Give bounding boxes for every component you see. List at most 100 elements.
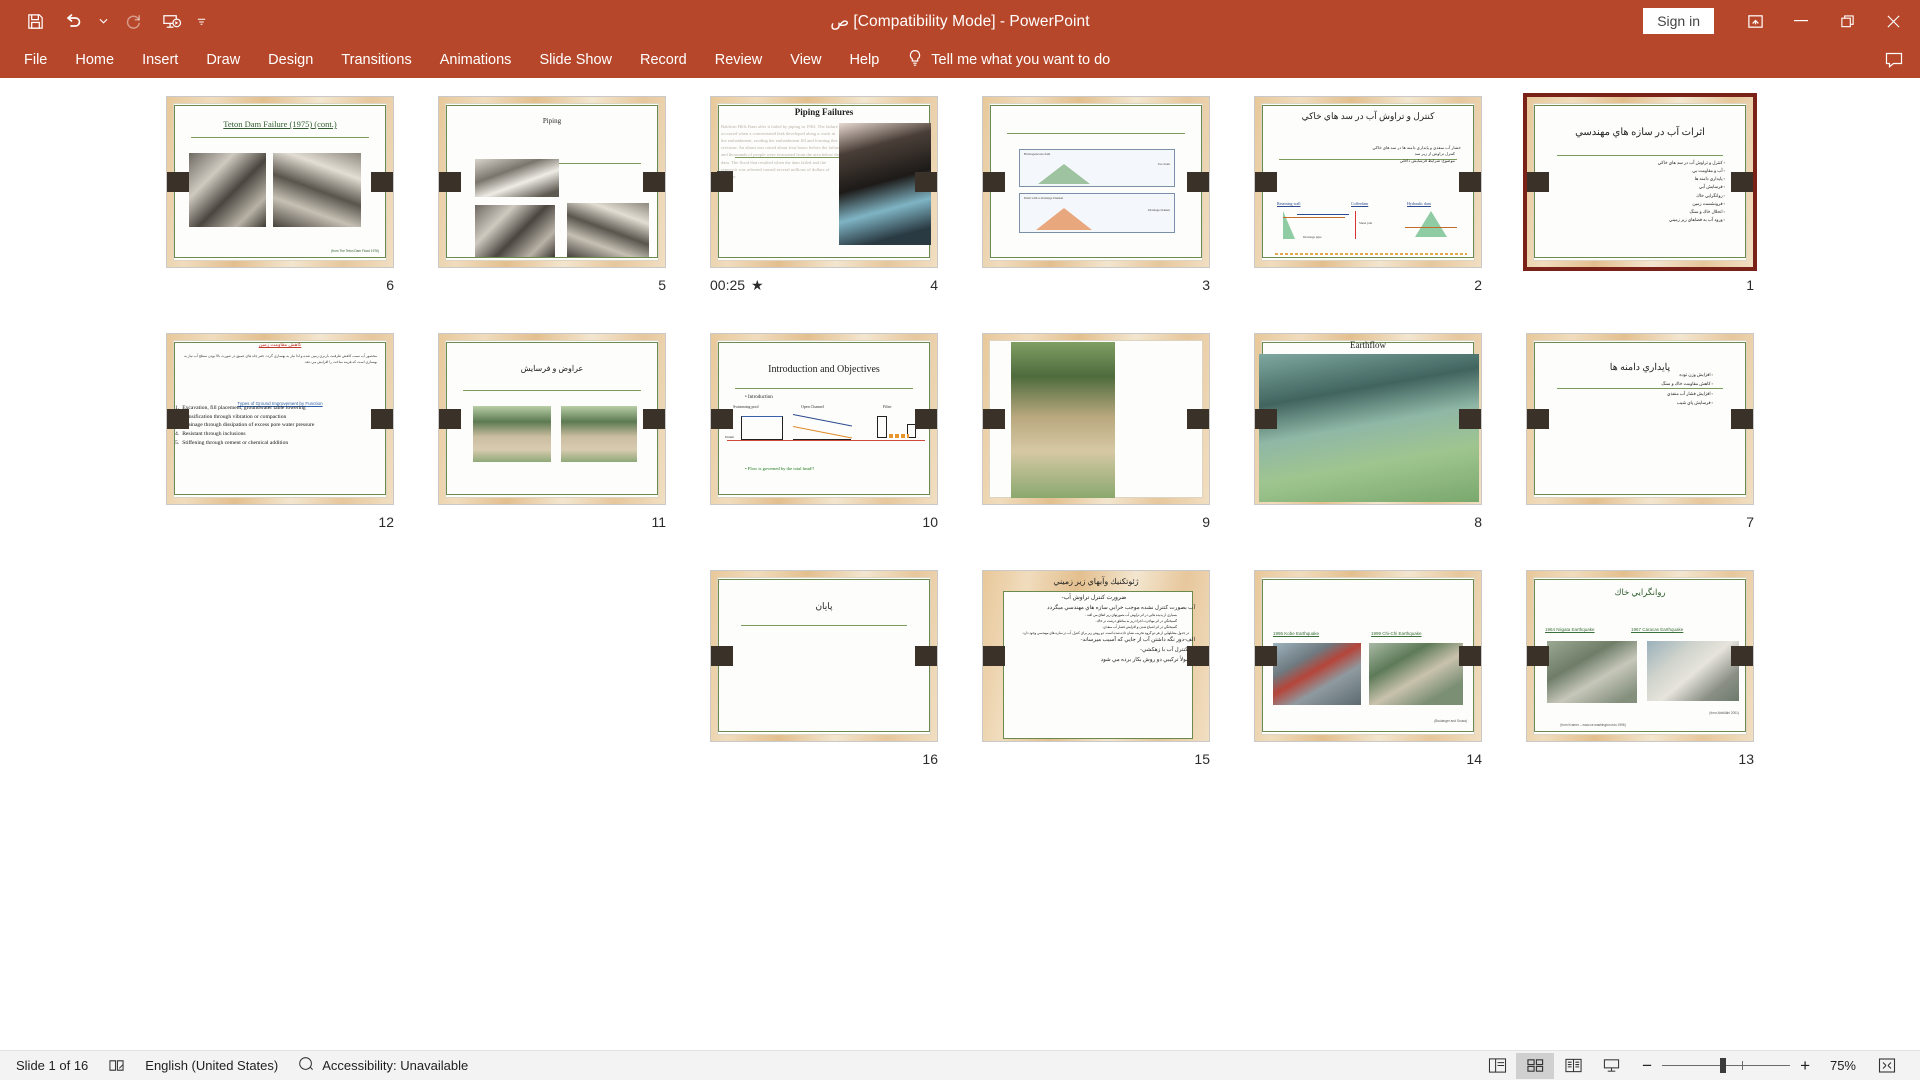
- slide-link-13[interactable]: 1967 Caracas Earthquake: [1631, 627, 1683, 632]
- tab-record[interactable]: Record: [626, 46, 701, 74]
- start-presentation-button[interactable]: [154, 6, 188, 36]
- diagram-label: Homogeneous dam: [1024, 152, 1051, 156]
- save-button[interactable]: [18, 6, 52, 36]
- restore-button[interactable]: [1824, 0, 1870, 42]
- slide-canvas-10[interactable]: Introduction and Objectives • Introducti…: [710, 333, 938, 505]
- tab-home[interactable]: Home: [61, 46, 128, 74]
- normal-view-button[interactable]: [1478, 1053, 1516, 1079]
- transition-tab-left: [711, 409, 733, 429]
- slide-photo: [567, 203, 649, 257]
- transition-tab-right: [1187, 172, 1209, 192]
- slide-link-14[interactable]: 1995 Kobe Earthquake: [1273, 631, 1319, 636]
- slide-thumbnail-2[interactable]: كنترل و تراوش آب در سد هاي خاكي خشار آب …: [1232, 96, 1504, 333]
- slide-canvas-13[interactable]: روانگرايي خاك 1964 Niigata Earthquake 19…: [1526, 570, 1754, 742]
- slide-counter[interactable]: Slide 1 of 16: [6, 1053, 98, 1079]
- language-indicator[interactable]: English (United States): [135, 1053, 288, 1079]
- ribbon-display-options-button[interactable]: [1732, 0, 1778, 42]
- slide-canvas-15[interactable]: ژئوتكنيك وآبهاي زير زميني ضرورت كنترل تر…: [982, 570, 1210, 742]
- photo-credit: (from The Teton Dam Flood 1976): [331, 249, 379, 253]
- slide-photo: [1369, 643, 1463, 705]
- redo-button[interactable]: [116, 6, 150, 36]
- transition-tab-left: [1527, 172, 1549, 192]
- slide-photo: [273, 153, 361, 227]
- animation-star-icon: ★: [751, 276, 764, 293]
- slide-canvas-11[interactable]: عراوض و فرسايش: [438, 333, 666, 505]
- close-button[interactable]: [1870, 0, 1916, 42]
- slide-sorter-view-button[interactable]: [1516, 1052, 1555, 1079]
- tab-transitions[interactable]: Transitions: [327, 46, 425, 74]
- comments-button[interactable]: [1884, 51, 1904, 69]
- slide-canvas-2[interactable]: كنترل و تراوش آب در سد هاي خاكي خشار آب …: [1254, 96, 1482, 268]
- slide-canvas-6[interactable]: Teton Dam Failure (1975) (cont.) (from T…: [166, 96, 394, 268]
- slide-thumbnail-5[interactable]: Piping 5: [416, 96, 688, 333]
- tell-me-search[interactable]: Tell me what you want to do: [907, 49, 1110, 71]
- status-bar: Slide 1 of 16 English (United States) Ac…: [0, 1050, 1920, 1080]
- tab-view[interactable]: View: [776, 46, 835, 74]
- customize-qat-button[interactable]: [192, 6, 210, 36]
- undo-button[interactable]: [56, 6, 90, 36]
- slide-thumbnail-11[interactable]: عراوض و فرسايش 11: [416, 333, 688, 570]
- transition-tab-right: [1731, 172, 1753, 192]
- slide-thumbnail-12[interactable]: كاهش مقاومت زمين محصور آب سبب كاهش ظرفيت…: [144, 333, 416, 570]
- zoom-slider-handle[interactable]: [1720, 1058, 1727, 1073]
- diagram-label: Toe drain: [1157, 162, 1170, 166]
- slide-items-12: 1. Excavation, fill placement, groundwate…: [175, 405, 315, 446]
- zoom-in-button[interactable]: +: [1800, 1056, 1810, 1076]
- slide-thumbnail-9[interactable]: 9: [960, 333, 1232, 570]
- slide-body-7: افزايش وزن توده كاهش مقاومت خاك و سنگ اف…: [1593, 370, 1713, 408]
- notes-icon[interactable]: [98, 1053, 135, 1079]
- slide-photo: [189, 153, 266, 227]
- transition-tab-left: [983, 172, 1005, 192]
- slide-canvas-7[interactable]: پايداري دامنه ها افزايش وزن توده كاهش مق…: [1526, 333, 1754, 505]
- slide-thumbnail-4[interactable]: Piping Failures Baldwin Hills Dam after …: [688, 96, 960, 333]
- tab-animations[interactable]: Animations: [426, 46, 526, 74]
- slide-number: 10: [922, 514, 938, 530]
- slide-thumbnail-8[interactable]: Earthflow 8: [1232, 333, 1504, 570]
- slide-show-button[interactable]: [1592, 1053, 1630, 1079]
- slide-thumbnail-1[interactable]: اثرات آب در سازه هاي مهندسي كنترل و تراو…: [1504, 93, 1776, 333]
- zoom-out-button[interactable]: −: [1642, 1056, 1652, 1076]
- tell-me-label: Tell me what you want to do: [931, 52, 1111, 68]
- tab-file[interactable]: File: [10, 46, 61, 74]
- slide-link-13[interactable]: 1964 Niigata Earthquake: [1545, 627, 1595, 632]
- slide-canvas-8[interactable]: Earthflow: [1254, 333, 1482, 505]
- slide-thumbnail-15[interactable]: ژئوتكنيك وآبهاي زير زميني ضرورت كنترل تر…: [960, 570, 1232, 807]
- tab-design[interactable]: Design: [254, 46, 327, 74]
- slide-canvas-1[interactable]: اثرات آب در سازه هاي مهندسي كنترل و تراو…: [1523, 93, 1757, 271]
- reading-view-button[interactable]: [1554, 1053, 1592, 1079]
- slide-canvas-9[interactable]: [982, 333, 1210, 505]
- slide-photo: [473, 406, 551, 462]
- slide-canvas-4[interactable]: Piping Failures Baldwin Hills Dam after …: [710, 96, 938, 268]
- minimize-button[interactable]: [1778, 0, 1824, 42]
- fit-slide-to-window-icon[interactable]: [1868, 1053, 1906, 1079]
- slide-title-16: پايان: [815, 601, 833, 611]
- slide-canvas-14[interactable]: 1995 Kobe Earthquake 1999 Chi-Chi Earthq…: [1254, 570, 1482, 742]
- undo-dropdown[interactable]: [94, 6, 112, 36]
- slide-thumbnail-10[interactable]: Introduction and Objectives • Introducti…: [688, 333, 960, 570]
- tab-help[interactable]: Help: [835, 46, 893, 74]
- sign-in-button[interactable]: Sign in: [1643, 8, 1714, 34]
- diagram-label: Swimming pool: [733, 404, 759, 409]
- slide-link-14[interactable]: 1999 Chi-Chi Earthquake: [1371, 631, 1422, 636]
- slide-thumbnail-6[interactable]: Teton Dam Failure (1975) (cont.) (from T…: [144, 96, 416, 333]
- transition-tab-right: [1731, 646, 1753, 666]
- slide-number: 12: [378, 514, 394, 530]
- tab-draw[interactable]: Draw: [192, 46, 254, 74]
- accessibility-status[interactable]: Accessibility: Unavailable: [288, 1053, 478, 1079]
- slide-canvas-3[interactable]: Homogeneous dam Toe drain Dam with a dra…: [982, 96, 1210, 268]
- tab-slide-show[interactable]: Slide Show: [525, 46, 626, 74]
- slide-canvas-12[interactable]: كاهش مقاومت زمين محصور آب سبب كاهش ظرفيت…: [166, 333, 394, 505]
- slide-canvas-5[interactable]: Piping: [438, 96, 666, 268]
- slide-number: 7: [1746, 514, 1754, 530]
- slide-thumbnail-16[interactable]: پايان 16: [688, 570, 960, 807]
- slide-thumbnail-13[interactable]: روانگرايي خاك 1964 Niigata Earthquake 19…: [1504, 570, 1776, 807]
- tab-insert[interactable]: Insert: [128, 46, 192, 74]
- slide-thumbnail-3[interactable]: Homogeneous dam Toe drain Dam with a dra…: [960, 96, 1232, 333]
- zoom-slider[interactable]: [1662, 1058, 1791, 1073]
- tab-review[interactable]: Review: [701, 46, 777, 74]
- slide-footer-note-10: • Flow is governed by the total head!!: [745, 466, 815, 471]
- slide-canvas-16[interactable]: پايان: [710, 570, 938, 742]
- slide-bullet-5: Piping: [542, 117, 562, 125]
- slide-thumbnail-14[interactable]: 1995 Kobe Earthquake 1999 Chi-Chi Earthq…: [1232, 570, 1504, 807]
- slide-thumbnail-7[interactable]: پايداري دامنه ها افزايش وزن توده كاهش مق…: [1504, 333, 1776, 570]
